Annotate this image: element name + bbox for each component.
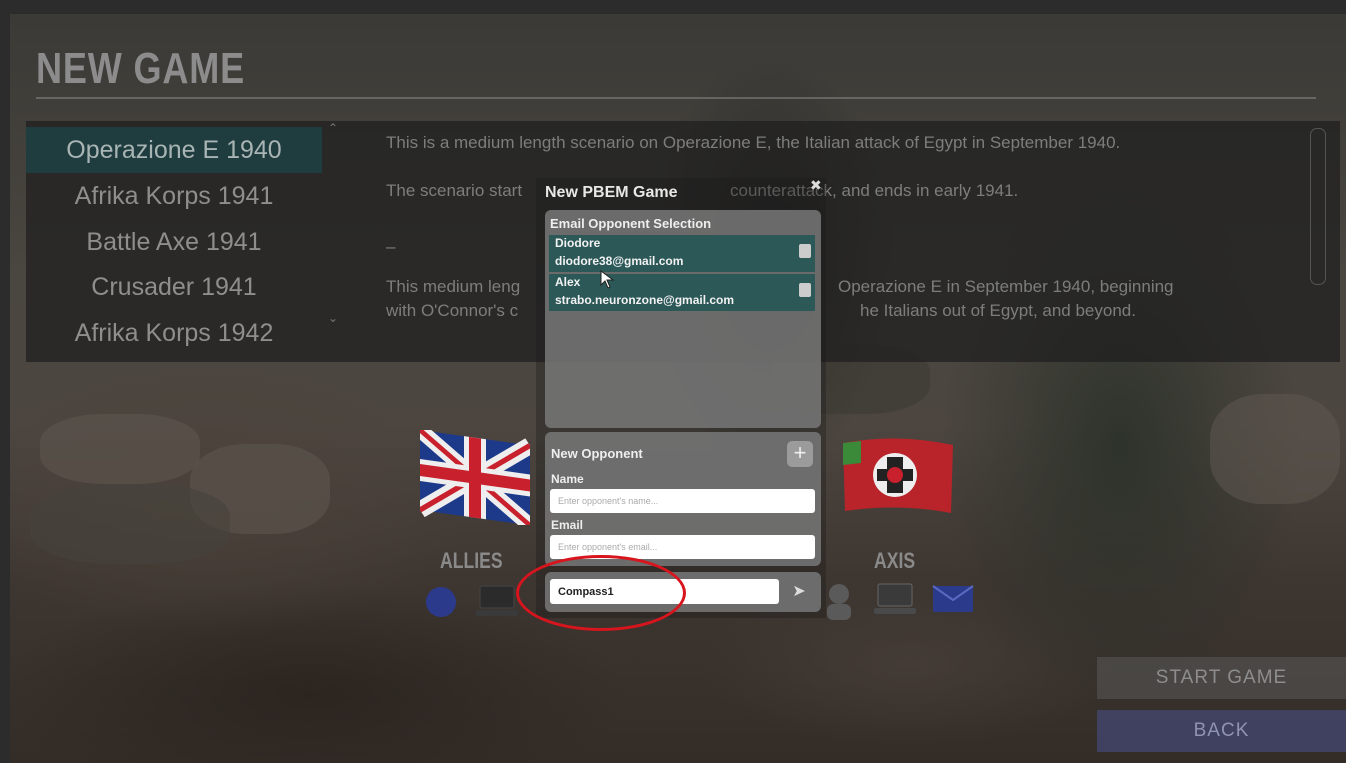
scenario-item-battle-axe-1941[interactable]: Battle Axe 1941	[26, 219, 322, 265]
human-player-icon[interactable]	[424, 585, 458, 619]
opponent-email: strabo.neuronzone@gmail.com	[555, 293, 735, 307]
italian-flag-icon	[843, 438, 953, 513]
add-opponent-button[interactable]: +	[787, 441, 813, 467]
email-label: Email	[551, 518, 584, 532]
highlight-circle	[516, 555, 686, 631]
opponent-selection-header: Email Opponent Selection	[550, 216, 712, 231]
name-label: Name	[551, 472, 584, 486]
new-opponent-header: New Opponent	[551, 446, 643, 461]
window-top-bar	[0, 0, 1346, 14]
computer-player-icon[interactable]	[474, 584, 520, 620]
description-line: The scenario start	[386, 181, 523, 200]
scroll-up-icon[interactable]: ⌃	[328, 121, 338, 135]
description-line: This medium leng	[386, 277, 521, 296]
background-rock	[30, 484, 230, 564]
background-rock	[40, 414, 200, 484]
send-arrow-icon[interactable]: ➤	[785, 579, 813, 604]
back-button[interactable]: BACK	[1097, 710, 1346, 752]
human-player-icon[interactable]	[824, 582, 854, 622]
description-scrollbar[interactable]	[1310, 128, 1326, 285]
opponent-name: Diodore	[555, 236, 601, 250]
trash-icon[interactable]	[799, 244, 811, 258]
title-divider	[36, 97, 1316, 99]
background-rock	[1210, 394, 1340, 504]
description-line: he Italians out of Egypt, and beyond.	[860, 301, 1136, 320]
axis-label: AXIS	[874, 548, 916, 573]
description-line: This is a medium length scenario on Oper…	[386, 133, 1121, 152]
game-screen: NEW GAME Operazione E 1940 Afrika Korps …	[0, 0, 1346, 763]
scenario-list[interactable]: Operazione E 1940 Afrika Korps 1941 Batt…	[26, 121, 338, 351]
mouse-cursor-icon	[600, 270, 615, 289]
trash-icon[interactable]	[799, 283, 811, 297]
opponent-row[interactable]: Alex strabo.neuronzone@gmail.com	[549, 274, 815, 311]
scenario-item-afrika-korps-1941[interactable]: Afrika Korps 1941	[26, 173, 322, 219]
scenario-item-operazione-e-1940[interactable]: Operazione E 1940	[26, 127, 322, 173]
scenario-item-crusader-1941[interactable]: Crusader 1941	[26, 264, 322, 310]
union-jack-flag-icon	[420, 430, 530, 525]
computer-player-icon[interactable]	[872, 582, 918, 618]
allies-label: ALLIES	[440, 548, 503, 573]
dialog-title: New PBEM Game	[545, 184, 678, 201]
opponent-email: diodore38@gmail.com	[555, 254, 684, 268]
window-left-bar	[0, 0, 10, 763]
description-line: –	[386, 237, 396, 256]
description-line: with O'Connor's c	[386, 301, 519, 320]
opponent-row[interactable]: Diodore diodore38@gmail.com	[549, 235, 815, 272]
close-icon[interactable]: ✖	[810, 177, 822, 194]
email-player-icon[interactable]	[932, 585, 974, 613]
description-line: Operazione E in September 1940, beginnin…	[838, 277, 1174, 296]
page-title: NEW GAME	[36, 44, 246, 93]
scroll-down-icon[interactable]: ⌄	[328, 311, 338, 325]
scenario-item-afrika-korps-1942[interactable]: Afrika Korps 1942	[26, 310, 322, 356]
opponent-name: Alex	[555, 275, 581, 289]
start-game-button[interactable]: START GAME	[1097, 657, 1346, 699]
opponent-name-input[interactable]	[550, 489, 815, 513]
